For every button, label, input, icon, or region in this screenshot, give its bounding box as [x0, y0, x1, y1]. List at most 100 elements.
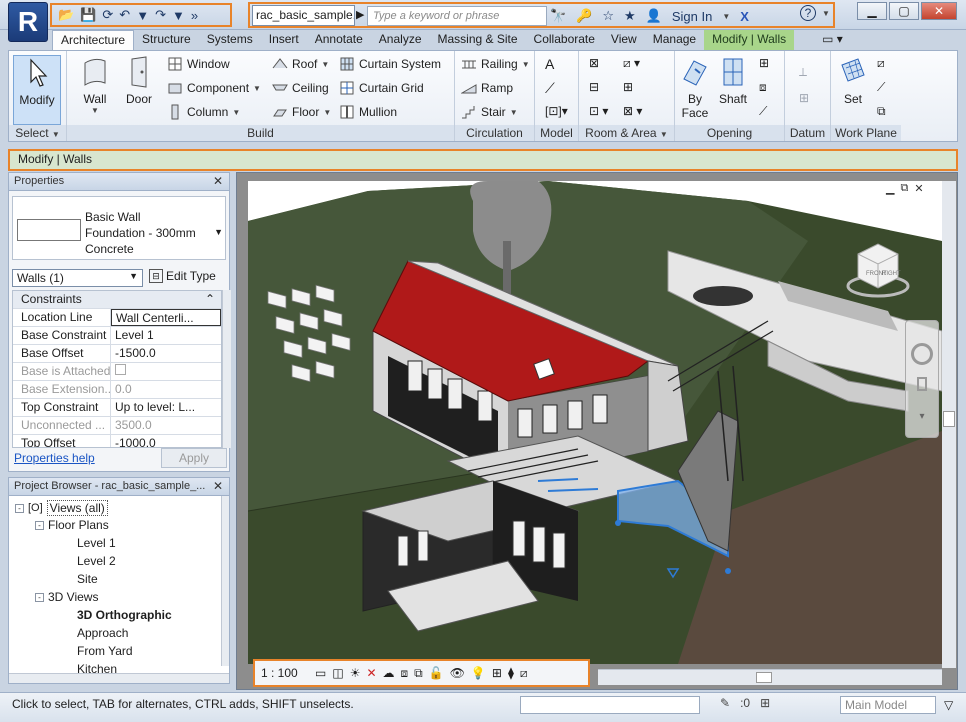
tree-item-level-2[interactable]: Level 2: [77, 554, 116, 568]
tab-massing-site[interactable]: Massing & Site: [430, 30, 526, 50]
tab-collaborate[interactable]: Collaborate: [526, 30, 603, 50]
undo-icon[interactable]: ↶: [119, 7, 130, 23]
tree-item-level-1[interactable]: Level 1: [77, 536, 116, 550]
base-attached-checkbox[interactable]: [115, 364, 126, 375]
floor-button[interactable]: Floor ▼: [272, 104, 331, 120]
save-icon[interactable]: 💾: [80, 7, 96, 23]
close-icon[interactable]: ✕: [213, 174, 223, 188]
set-work-plane-button[interactable]: Set: [835, 55, 871, 106]
editing-requests-icon[interactable]: ✎: [720, 696, 730, 710]
view-minimize-icon[interactable]: ▁: [886, 182, 894, 195]
open-icon[interactable]: 📂: [58, 7, 74, 23]
navbar-menu-icon[interactable]: ▾: [906, 411, 938, 422]
dormer-icon[interactable]: ⟋: [759, 104, 767, 119]
mullion-button[interactable]: Mullion: [339, 104, 397, 120]
sun-path-icon[interactable]: ☀: [350, 666, 361, 680]
zoom-icon[interactable]: [917, 377, 927, 391]
by-face-button[interactable]: By Face: [677, 55, 713, 120]
minimize-button[interactable]: ▁: [857, 2, 887, 20]
visual-style-icon[interactable]: ◫: [332, 666, 343, 680]
temporary-hide-icon[interactable]: 👁: [450, 666, 465, 680]
browser-horizontal-scrollbar[interactable]: [9, 673, 229, 683]
crop-view-icon[interactable]: ⧈: [401, 666, 409, 681]
table-row[interactable]: Unconnected ... 3500.0: [13, 417, 221, 435]
table-row[interactable]: Top Constraint Up to level: L...: [13, 399, 221, 417]
curtain-system-button[interactable]: Curtain System: [339, 56, 441, 72]
document-title[interactable]: rac_basic_sample...: [252, 5, 355, 26]
detail-level-icon[interactable]: ▭: [315, 666, 326, 680]
steering-wheel-icon[interactable]: [911, 343, 933, 365]
scroll-thumb[interactable]: [943, 411, 955, 427]
workset-dropdown[interactable]: [520, 696, 700, 714]
worksharing-icon[interactable]: ⊞: [492, 666, 502, 680]
curtain-grid-button[interactable]: Curtain Grid: [339, 80, 424, 96]
shaft-button[interactable]: Shaft: [715, 55, 751, 106]
tab-architecture[interactable]: Architecture: [52, 30, 135, 50]
close-icon[interactable]: ✕: [213, 479, 223, 493]
user-icon[interactable]: 👤: [646, 8, 662, 24]
wall-button[interactable]: Wall ▼: [75, 55, 115, 115]
undo-dropdown-icon[interactable]: ▼: [136, 8, 149, 23]
tab-modify-walls[interactable]: Modify | Walls: [704, 30, 795, 50]
vertical-opening-icon[interactable]: ⧈: [759, 80, 767, 95]
instance-filter-dropdown[interactable]: Walls (1) ▼: [12, 269, 143, 287]
view-scale[interactable]: 1 : 100: [259, 666, 309, 680]
analytical-model-icon[interactable]: ⧫: [508, 666, 514, 680]
ramp-button[interactable]: Ramp: [461, 80, 513, 96]
tree-item-approach[interactable]: Approach: [77, 626, 128, 640]
view-vertical-scrollbar[interactable]: [942, 181, 956, 668]
view-close-icon[interactable]: ✕: [914, 182, 923, 195]
ribbon-minimize-icon[interactable]: ▭ ▾: [814, 30, 851, 50]
table-row[interactable]: Top Offset -1000.0: [13, 435, 221, 447]
browser-vertical-scrollbar[interactable]: [221, 496, 229, 666]
filter-icon[interactable]: ▽: [944, 698, 953, 712]
tree-item-site[interactable]: Site: [77, 572, 98, 586]
scroll-thumb[interactable]: [756, 672, 772, 683]
tree-item-3d-views[interactable]: -3D Views: [35, 590, 98, 604]
exchange-icon[interactable]: X: [740, 9, 749, 24]
room-icon[interactable]: ⊠: [589, 56, 599, 70]
view-restore-icon[interactable]: ⧉: [900, 182, 908, 195]
wall-opening-icon[interactable]: ⊞: [759, 56, 769, 70]
door-button[interactable]: Door: [119, 55, 159, 106]
tree-item-from-yard[interactable]: From Yard: [77, 644, 133, 658]
level-icon[interactable]: ⟂: [799, 65, 807, 80]
grid-icon[interactable]: ⊞: [799, 91, 809, 105]
roof-button[interactable]: Roof ▼: [272, 56, 329, 72]
binoculars-icon[interactable]: 🔭: [550, 8, 566, 24]
viewcube-right-label[interactable]: RIGHT: [882, 271, 901, 277]
ref-plane-icon[interactable]: ⟋: [877, 80, 885, 95]
tab-manage[interactable]: Manage: [645, 30, 704, 50]
column-button[interactable]: Column ▼: [167, 104, 240, 120]
viewcube[interactable]: FRONT RIGHT: [840, 230, 916, 306]
component-button[interactable]: Component ▼: [167, 80, 261, 96]
redo-icon[interactable]: ↷: [155, 7, 166, 23]
type-dropdown-icon[interactable]: ▼: [214, 227, 223, 237]
highlight-displacement-icon[interactable]: ⧄: [520, 666, 528, 681]
design-options-icon[interactable]: ⊞: [760, 696, 770, 710]
ceiling-button[interactable]: Ceiling: [272, 80, 329, 96]
shadows-icon[interactable]: ✕: [366, 666, 376, 680]
building-model-render[interactable]: [248, 181, 942, 664]
area-boundary-icon[interactable]: ⊡ ▾: [589, 104, 608, 118]
close-button[interactable]: ✕: [921, 2, 957, 20]
model-group-icon[interactable]: [⊡]▾: [545, 104, 568, 118]
reveal-hidden-icon[interactable]: 💡: [471, 666, 486, 680]
search-input[interactable]: Type a keyword or phrase: [367, 6, 547, 26]
sync-icon[interactable]: ⟳: [102, 7, 113, 23]
railing-button[interactable]: Railing ▼: [461, 56, 530, 72]
table-row[interactable]: Base Extension... 0.0: [13, 381, 221, 399]
design-option-dropdown[interactable]: Main Model: [840, 696, 936, 714]
application-menu-button[interactable]: R: [8, 2, 48, 42]
show-crop-icon[interactable]: ⧉: [414, 666, 423, 681]
tab-systems[interactable]: Systems: [199, 30, 261, 50]
room-separator-icon[interactable]: ⊟: [589, 80, 599, 94]
table-row[interactable]: Location Line Wall Centerli...: [13, 309, 221, 327]
room-area-group-label[interactable]: Room & Area ▼: [579, 125, 674, 141]
area-tag-icon[interactable]: ⊠ ▾: [623, 104, 642, 118]
tree-item-floor-plans[interactable]: - Floor Plans: [35, 518, 109, 532]
tab-insert[interactable]: Insert: [261, 30, 307, 50]
tree-item-views-all[interactable]: - [O] Views (all): [15, 500, 108, 516]
tree-item-3d-orthographic[interactable]: 3D Orthographic: [77, 608, 172, 622]
help-icon[interactable]: ?: [800, 5, 816, 21]
